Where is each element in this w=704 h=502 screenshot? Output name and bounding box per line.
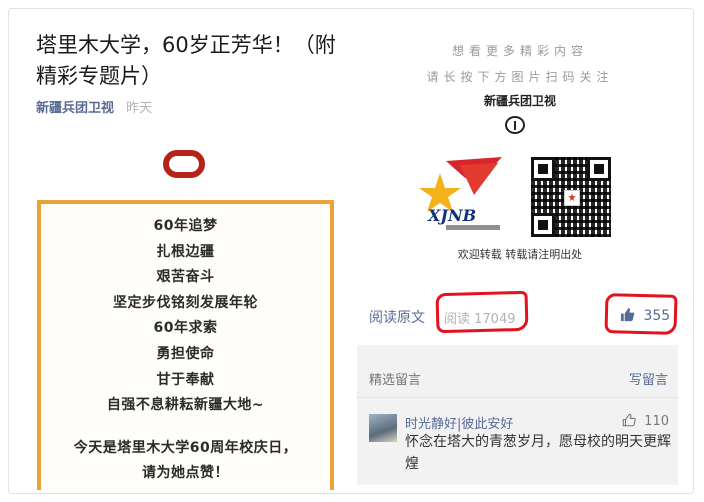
poster-line: 60年追梦 <box>153 218 218 234</box>
comment-text: 怀念在塔大的青葱岁月，愿母校的明天更辉煌 <box>405 434 671 472</box>
poster-closing-line: 今天是塔里木大学60周年校庆日， <box>73 439 298 456</box>
thumbs-up-outline-icon <box>622 413 636 427</box>
publish-time: 昨天 <box>126 101 153 116</box>
comments-section: 精选留言 写留言 时光静好|彼此安好 110 怀念在塔大的青葱岁月，愿母校的明天… <box>357 345 678 485</box>
poster-line: 坚定步伐铭刻发展年轮 <box>113 294 258 311</box>
poster-closing-line: 请为她点赞！ <box>142 465 229 482</box>
write-comment-link[interactable]: 写留言 <box>629 369 668 388</box>
invite-line: 想看更多精彩内容 <box>451 44 588 58</box>
avatar <box>369 414 397 442</box>
comment-like-count: 110 <box>644 414 669 429</box>
logo-lettering: XJNB <box>427 206 476 225</box>
qr-center-logo <box>564 190 580 206</box>
poster-text: 60年追梦 扎根边疆 艰苦奋斗 坚定步伐铭刻发展年轮 60年求索 勇担使命 甘于… <box>41 214 330 487</box>
comments-header: 精选留言 <box>369 373 422 388</box>
comment-username: 时光静好|彼此安好 <box>405 417 514 432</box>
repost-notice: 欢迎转载 转载请注明出处 <box>457 248 583 261</box>
qr-code[interactable] <box>531 157 611 237</box>
annotation-circle-read-count <box>435 290 529 334</box>
poster-line: 60年求索 <box>153 320 218 337</box>
poster-line: 扎根边疆 <box>156 243 215 260</box>
poster-line: 勇担使命 <box>156 345 215 362</box>
decorative-ring <box>163 150 205 178</box>
account-name-link[interactable]: 新疆兵团卫视 <box>36 101 114 116</box>
article-meta: 新疆兵团卫视 昨天 <box>36 97 152 116</box>
divider <box>357 397 678 398</box>
station-logo: XJNB <box>419 157 502 230</box>
comment-like-button[interactable]: 110 <box>622 413 669 429</box>
poster-line: 甘于奉献 <box>156 371 215 388</box>
poster-line: 艰苦奋斗 <box>156 269 215 286</box>
article-title: 塔里木大学，60岁正芳华！（附精彩专题片） <box>36 33 336 88</box>
pin-icon <box>505 116 525 134</box>
invite-line: 请长按下方图片扫码关注 <box>426 70 614 84</box>
poster-image: 60年追梦 扎根边疆 艰苦奋斗 坚定步伐铭刻发展年轮 60年求索 勇担使命 甘于… <box>37 200 334 490</box>
annotation-circle-likes <box>604 293 678 335</box>
brand-name: 新疆兵团卫视 <box>483 94 556 108</box>
poster-line: 自强不息耕耘新疆大地~ <box>106 397 265 414</box>
read-original-link[interactable]: 阅读原文 <box>369 307 425 327</box>
follow-invite: 想看更多精彩内容 请长按下方图片扫码关注 <box>360 38 680 90</box>
